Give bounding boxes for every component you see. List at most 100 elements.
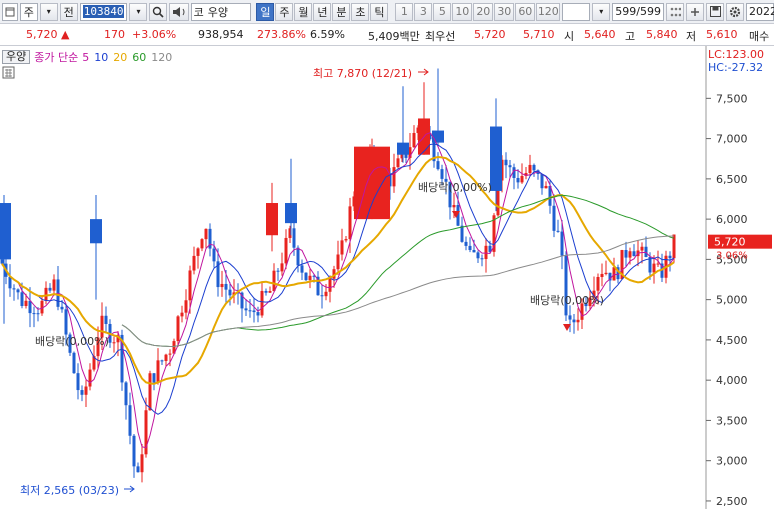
y-tick-label-1: 7,000: [716, 133, 748, 146]
candle-body-53: [212, 248, 216, 262]
buy-tab[interactable]: 매수: [749, 28, 769, 44]
y-tick-label-9: 3,000: [716, 455, 748, 468]
candle-body-35: [140, 454, 144, 473]
volume-pct: 273.86%: [257, 28, 306, 41]
candle-body-64: [256, 312, 260, 316]
candle-body-119: [476, 252, 480, 259]
candle-body-16: [64, 309, 68, 335]
candle-body-116: [464, 241, 468, 246]
prev-button[interactable]: 전: [59, 2, 78, 21]
candle-body-13: [52, 279, 56, 291]
stock-name: 우양: [207, 5, 229, 19]
interval-custom-input[interactable]: [562, 2, 591, 21]
save-icon[interactable]: [706, 2, 724, 21]
market-select[interactable]: 주: [20, 2, 38, 21]
bid-price: 5,710: [523, 28, 555, 41]
current-price: 5,720: [26, 28, 58, 41]
tab-period-3[interactable]: 년: [313, 2, 332, 21]
tab-period-5[interactable]: 초: [351, 2, 370, 21]
legend-ma-periods: 5 10 20 60 120: [82, 51, 172, 64]
interval-button-1[interactable]: 1: [395, 2, 414, 21]
price-change: 170: [104, 28, 125, 41]
candle-body-87: [348, 206, 352, 240]
low-price: 5,610: [706, 28, 738, 41]
window-icon[interactable]: [2, 2, 18, 21]
legend-stock-name[interactable]: 우양: [2, 50, 31, 64]
legend-ma-prefix: 종가 단순: [34, 51, 79, 64]
candle-body-164: [656, 263, 660, 265]
candle-body-84: [336, 254, 340, 270]
candle-body-34: [136, 466, 140, 473]
high-arrow-icon: [418, 68, 429, 76]
low-arrow-icon: [124, 485, 135, 493]
tab-period-2[interactable]: 월: [294, 2, 313, 21]
chart-svg[interactable]: 7,5007,0006,5006,0005,5005,0004,5004,000…: [0, 46, 774, 509]
candle-body-151: [604, 272, 608, 274]
tab-period-6[interactable]: 틱: [370, 2, 389, 21]
search-icon[interactable]: [149, 2, 168, 21]
candle-body-160: [640, 246, 644, 251]
expand-icon[interactable]: [686, 2, 704, 21]
tab-period-4[interactable]: 분: [332, 2, 351, 21]
candle-body-39: [156, 360, 160, 383]
lc-label: LC:123.00: [708, 48, 764, 61]
candle-body-19: [76, 373, 80, 391]
interval-button-10[interactable]: 10: [452, 2, 473, 21]
gear-icon[interactable]: [726, 2, 744, 21]
tab-period-0[interactable]: 일: [256, 2, 275, 21]
dots-icon[interactable]: [666, 2, 684, 21]
candle-body-98: [392, 167, 396, 187]
interval-button-3[interactable]: 3: [414, 2, 433, 21]
candle-body-132: [528, 164, 532, 174]
candle-body-138: [552, 205, 556, 231]
candle-body-66: [264, 290, 268, 293]
dividend-annotation-3: 배당락(0,00%): [530, 294, 604, 307]
date-field[interactable]: 2022: [746, 2, 774, 21]
code-dropdown-icon[interactable]: ▾: [129, 2, 148, 21]
candle-body-18: [72, 352, 76, 374]
candle-body-85: [340, 240, 344, 255]
interval-button-120[interactable]: 120: [536, 2, 561, 21]
candle-body-157: [628, 251, 632, 258]
candle-body-75: [300, 265, 304, 273]
candle-body-149: [596, 277, 600, 291]
stock-name-field[interactable]: 코 우양: [190, 2, 251, 21]
dividend-annotation-2: 배당락(0,00%): [418, 181, 492, 194]
count-field[interactable]: 599/599: [612, 2, 664, 21]
chart-legend: 우양 종가 단순 5 10 20 60 120: [2, 49, 172, 65]
candle-body-130: [520, 175, 524, 183]
stock-code-input[interactable]: 103840: [79, 2, 128, 21]
candle-body-21: [84, 386, 88, 395]
interval-dropdown-icon[interactable]: ▾: [592, 2, 611, 21]
interval-button-20[interactable]: 20: [473, 2, 494, 21]
interval-button-5[interactable]: 5: [433, 2, 452, 21]
candle-body-121: [484, 245, 488, 259]
candle-body-158: [632, 251, 636, 257]
interval-button-30[interactable]: 30: [494, 2, 515, 21]
candle-body-7: [28, 300, 32, 314]
candle-body-109: [436, 161, 440, 170]
ask-price: 5,720: [474, 28, 506, 41]
candle-body-67: [268, 291, 272, 293]
speaker-icon[interactable]: [169, 2, 189, 21]
candle-body-150: [600, 273, 604, 278]
market-dropdown[interactable]: ▾: [39, 2, 58, 21]
big-candle-body-3: [397, 142, 409, 155]
candle-body-69: [276, 270, 280, 272]
interval-buttons: 1 3 5 10 20 30 60 120: [395, 2, 561, 21]
candle-body-61: [244, 308, 248, 311]
candle-body-33: [132, 435, 136, 467]
candle-body-37: [148, 373, 152, 411]
tab-period-1[interactable]: 주: [275, 2, 294, 21]
up-arrow-icon: ▲: [61, 28, 70, 41]
candle-body-167: [668, 255, 672, 259]
high-label: 고: [625, 30, 636, 43]
candle-body-65: [260, 290, 264, 316]
price-chart[interactable]: 7,500 7,000 6,500 6,000 5,500 5,000 4,500 4,000…: [0, 46, 774, 509]
candle-body-143: [572, 319, 576, 323]
legend-grid-lines: [5, 69, 12, 77]
interval-button-60[interactable]: 60: [515, 2, 536, 21]
y-tick-label-7: 4,000: [716, 374, 748, 387]
ma-line-10: [1, 143, 675, 415]
candle-body-73: [292, 228, 296, 248]
